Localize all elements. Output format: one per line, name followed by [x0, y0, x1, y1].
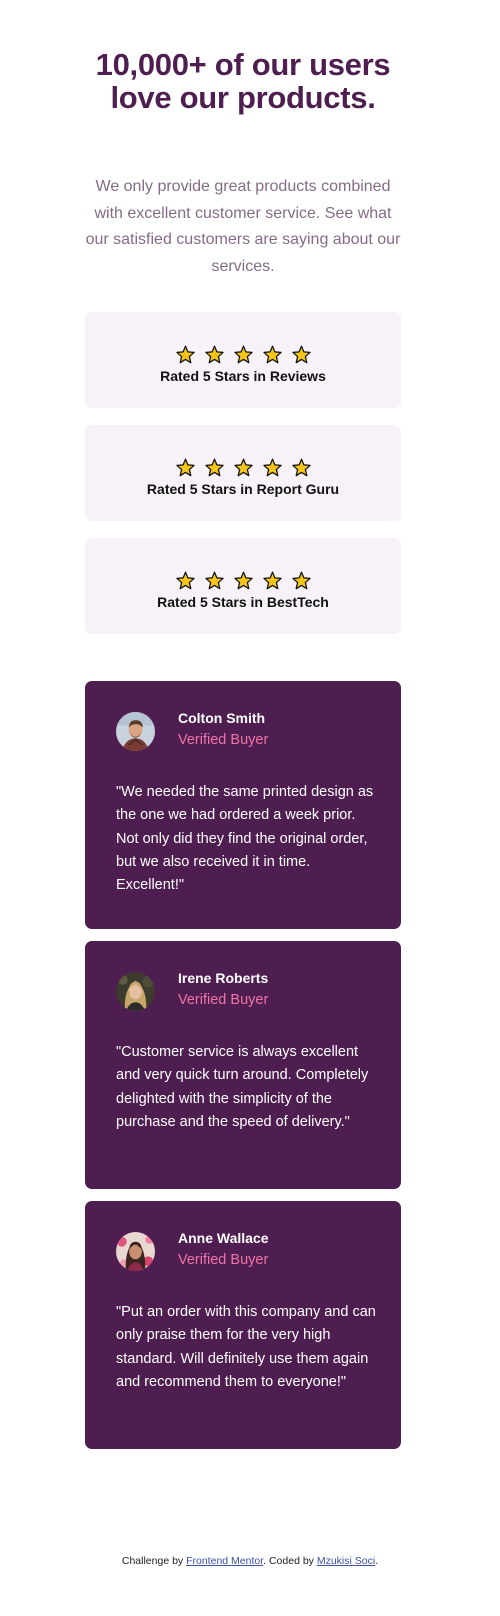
- reviewer-role: Verified Buyer: [178, 992, 269, 1008]
- star-rating: [85, 345, 401, 364]
- avatar: [116, 1232, 155, 1271]
- star-icon: [262, 458, 282, 477]
- reviewer-name: Irene Roberts: [178, 970, 269, 986]
- rating-label: Rated 5 Stars in Report Guru: [146, 481, 340, 497]
- star-icon: [233, 458, 253, 477]
- reviewer-name: Colton Smith: [178, 710, 266, 726]
- star-icon: [175, 345, 195, 364]
- testimonial-card-colton: Colton Smith Verified Buyer "We needed t…: [85, 681, 401, 929]
- star-icon: [204, 571, 224, 590]
- star-icon: [291, 345, 311, 364]
- frontend-mentor-link[interactable]: Frontend Mentor: [186, 1555, 263, 1567]
- star-icon: [291, 458, 311, 477]
- avatar-image: [116, 1232, 155, 1271]
- star-icon: [233, 571, 253, 590]
- rating-card-reviews: Rated 5 Stars in Reviews: [85, 312, 401, 408]
- avatar-image: [116, 712, 155, 751]
- rating-card-besttech: Rated 5 Stars in BestTech: [85, 538, 401, 634]
- star-icon: [262, 345, 282, 364]
- rating-label: Rated 5 Stars in BestTech: [157, 594, 329, 610]
- testimonial-quote: "We needed the same printed design as th…: [116, 784, 374, 894]
- author-link[interactable]: Mzukisi Soci: [317, 1555, 375, 1567]
- testimonial-quote: "Customer service is always excellent an…: [116, 1044, 369, 1130]
- testimonial-card-anne: Anne Wallace Verified Buyer "Put an orde…: [85, 1201, 401, 1449]
- rating-card-report-guru: Rated 5 Stars in Report Guru: [85, 425, 401, 521]
- reviewer-role: Verified Buyer: [178, 732, 269, 748]
- reviewer-role: Verified Buyer: [178, 1252, 269, 1268]
- rating-label: Rated 5 Stars in Reviews: [160, 368, 326, 384]
- star-icon: [175, 458, 195, 477]
- reviewer-name: Anne Wallace: [178, 1230, 269, 1246]
- attribution: Challenge by Frontend Mentor. Coded by M…: [0, 1555, 500, 1567]
- testimonial-card-irene: Irene Roberts Verified Buyer "Customer s…: [85, 941, 401, 1189]
- attribution-middle: . Coded by: [263, 1555, 317, 1567]
- avatar: [116, 972, 155, 1011]
- star-icon: [291, 571, 311, 590]
- star-icon: [204, 458, 224, 477]
- avatar: [116, 712, 155, 751]
- intro-text: We only provide great products combined …: [85, 178, 401, 275]
- star-icon: [233, 345, 253, 364]
- star-icon: [262, 571, 282, 590]
- star-rating: [85, 458, 401, 477]
- star-icon: [204, 345, 224, 364]
- page-title: 10,000+ of our users love our products.: [95, 47, 391, 115]
- testimonial-quote: "Put an order with this company and can …: [116, 1304, 376, 1390]
- attribution-suffix: .: [375, 1555, 379, 1567]
- attribution-prefix: Challenge by: [121, 1555, 187, 1567]
- star-icon: [175, 571, 195, 590]
- avatar-image: [116, 972, 155, 1011]
- star-rating: [85, 571, 401, 590]
